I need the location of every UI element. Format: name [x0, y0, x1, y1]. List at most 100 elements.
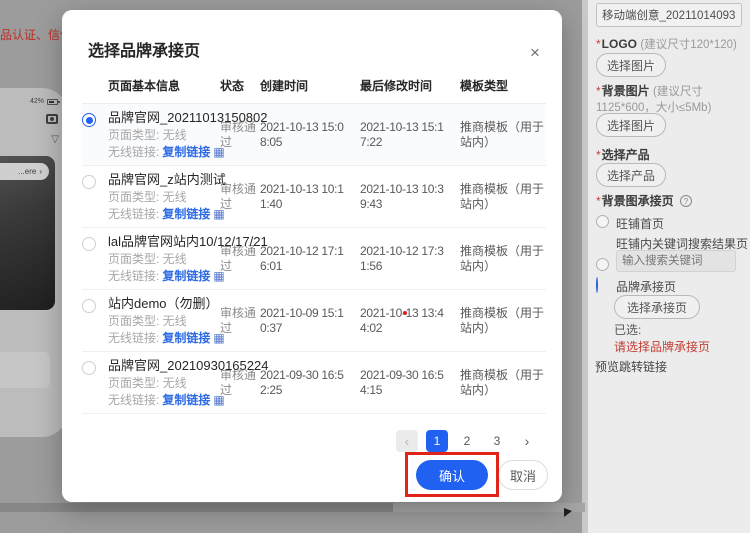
table-row[interactable]: lal品牌官网站内10/12/17/21 页面类型: 无线 无线链接:复制链接▦…: [82, 228, 546, 290]
table-header: 页面基本信息 状态 创建时间 最后修改时间 模板类型: [82, 70, 546, 104]
template-cell: 推商模板（用于站内）: [460, 182, 546, 212]
radio-shop-homepage-label: 旺铺首页: [616, 215, 664, 232]
close-icon[interactable]: ×: [522, 40, 548, 66]
choose-bg-image-button[interactable]: 选择图片: [596, 113, 666, 137]
mobile-preview: 42% ≡ ▽ ...ere ›: [0, 88, 68, 437]
template-cell: 推商模板（用于站内）: [460, 244, 546, 274]
copy-link[interactable]: 复制链接: [162, 331, 210, 345]
creative-name-input[interactable]: [596, 3, 742, 27]
select-landing-page-dialog: 选择品牌承接页 × 页面基本信息 状态 创建时间 最后修改时间 模板类型 品牌官…: [62, 10, 562, 502]
page-link-line: 无线链接:复制链接▦: [108, 269, 220, 283]
confirm-button[interactable]: 确认: [416, 460, 488, 490]
logo-size-hint: (建议尺寸120*120): [640, 39, 737, 51]
page-name: 品牌官网_20211013150802: [108, 110, 278, 125]
dialog-footer: 确认 取消: [416, 460, 548, 490]
radio-shop-homepage[interactable]: [596, 215, 609, 228]
prev-page-button[interactable]: ‹: [396, 430, 418, 452]
required-mark: *: [596, 84, 601, 98]
hero-link-pill: ...ere ›: [0, 163, 49, 180]
overlay-card: [0, 352, 50, 388]
table-row[interactable]: 品牌官网_20211013150802 页面类型: 无线 无线链接:复制链接▦ …: [82, 104, 546, 166]
dialog-title: 选择品牌承接页: [88, 37, 200, 61]
row-radio[interactable]: [82, 299, 96, 313]
modified-cell: 2021-09-30 16:54:15: [360, 368, 460, 398]
page-number[interactable]: 2: [456, 430, 478, 452]
template-cell: 推商模板（用于站内）: [460, 306, 546, 336]
page-number[interactable]: 1: [426, 430, 448, 452]
battery-percent: 42%: [30, 98, 44, 105]
selected-label: 已选:: [614, 323, 750, 339]
link-prefix: 无线链接:: [108, 393, 159, 407]
choose-landing-page-button[interactable]: 选择承接页: [614, 295, 700, 319]
page-type: 页面类型: 无线: [108, 190, 220, 204]
page-number[interactable]: 3: [486, 430, 508, 452]
red-dot-artifact: [403, 311, 407, 315]
modified-cell: 2021-10-13 15:17:22: [360, 120, 460, 150]
radio-brand-landing-label: 品牌承接页: [616, 278, 676, 295]
copy-link[interactable]: 复制链接: [162, 145, 210, 159]
template-cell: 推商模板（用于站内）: [460, 368, 546, 398]
phone-status-bar: 42%: [30, 98, 58, 105]
header-page-info: 页面基本信息: [108, 77, 220, 94]
cancel-button[interactable]: 取消: [498, 460, 548, 490]
required-mark: *: [596, 194, 601, 208]
selection-warning: 请选择品牌承接页: [614, 340, 750, 356]
preview-link-label: 预览跳转链接: [595, 360, 745, 376]
header-created: 创建时间: [260, 77, 360, 94]
link-prefix: 无线链接:: [108, 269, 159, 283]
pagination: ‹ 1 2 3 ›: [396, 430, 538, 452]
header-template: 模板类型: [460, 77, 546, 94]
page-type: 页面类型: 无线: [108, 314, 220, 328]
page-link-line: 无线链接:复制链接▦: [108, 145, 220, 159]
page-link-line: 无线链接:复制链接▦: [108, 331, 220, 345]
row-radio[interactable]: [82, 361, 96, 375]
page-name: lal品牌官网站内10/12/17/21: [108, 234, 278, 249]
page-type: 页面类型: 无线: [108, 128, 220, 142]
phone-toolbar: ≡ ▽: [0, 134, 59, 145]
landing-page-table: 页面基本信息 状态 创建时间 最后修改时间 模板类型 品牌官网_20211013…: [82, 70, 546, 414]
page-link-line: 无线链接:复制链接▦: [108, 393, 220, 407]
header-status: 状态: [220, 77, 260, 94]
link-prefix: 无线链接:: [108, 145, 159, 159]
radio-keyword-search[interactable]: [596, 258, 609, 271]
table-row[interactable]: 品牌官网_z站内测试 页面类型: 无线 无线链接:复制链接▦ 审核通过 2021…: [82, 166, 546, 228]
page-name: 站内demo（勿删）: [108, 296, 278, 311]
landing-field-label: *背景图承接页 ?: [596, 194, 746, 210]
logo-field-label: *LOGO (建议尺寸120*120): [596, 37, 746, 53]
page-name: 品牌官网_20210930165224: [108, 358, 278, 373]
modified-cell: 2021-10-13 13:44:02: [360, 306, 460, 336]
table-row[interactable]: 品牌官网_20210930165224 页面类型: 无线 无线链接:复制链接▦ …: [82, 352, 546, 414]
camera-icon: [46, 114, 58, 124]
required-mark: *: [596, 148, 601, 162]
next-page-button[interactable]: ›: [516, 430, 538, 452]
template-cell: 推商模板（用于站内）: [460, 120, 546, 150]
radio-brand-landing[interactable]: [596, 277, 598, 293]
link-prefix: 无线链接:: [108, 331, 159, 345]
copy-link[interactable]: 复制链接: [162, 207, 210, 221]
product-field-label: *选择产品: [596, 148, 746, 164]
modified-cell: 2021-10-13 10:39:43: [360, 182, 460, 212]
keyword-input[interactable]: [616, 250, 736, 272]
mouse-cursor: [564, 508, 572, 517]
page-type: 页面类型: 无线: [108, 376, 220, 390]
help-icon[interactable]: ?: [680, 195, 692, 207]
required-mark: *: [596, 37, 601, 51]
chevron-right-icon: ›: [39, 167, 42, 176]
filter-icon: ▽: [51, 134, 59, 145]
creative-settings-panel: *LOGO (建议尺寸120*120) 选择图片 *背景图片 (建议尺寸1125…: [588, 0, 750, 533]
hero-image-card: ...ere ›: [0, 156, 55, 310]
page-type: 页面类型: 无线: [108, 252, 220, 266]
page-name: 品牌官网_z站内测试: [108, 172, 278, 187]
copy-link[interactable]: 复制链接: [162, 269, 210, 283]
horizontal-scrollbar-thumb[interactable]: [0, 503, 393, 512]
horizontal-scrollbar-track[interactable]: [0, 503, 585, 512]
modified-cell: 2021-10-12 17:31:56: [360, 244, 460, 274]
row-radio[interactable]: [82, 175, 96, 189]
header-modified: 最后修改时间: [360, 77, 460, 94]
choose-product-button[interactable]: 选择产品: [596, 163, 666, 187]
row-radio[interactable]: [82, 113, 96, 127]
table-row[interactable]: 站内demo（勿删） 页面类型: 无线 无线链接:复制链接▦ 审核通过 2021…: [82, 290, 546, 352]
row-radio[interactable]: [82, 237, 96, 251]
copy-link[interactable]: 复制链接: [162, 393, 210, 407]
choose-logo-image-button[interactable]: 选择图片: [596, 53, 666, 77]
